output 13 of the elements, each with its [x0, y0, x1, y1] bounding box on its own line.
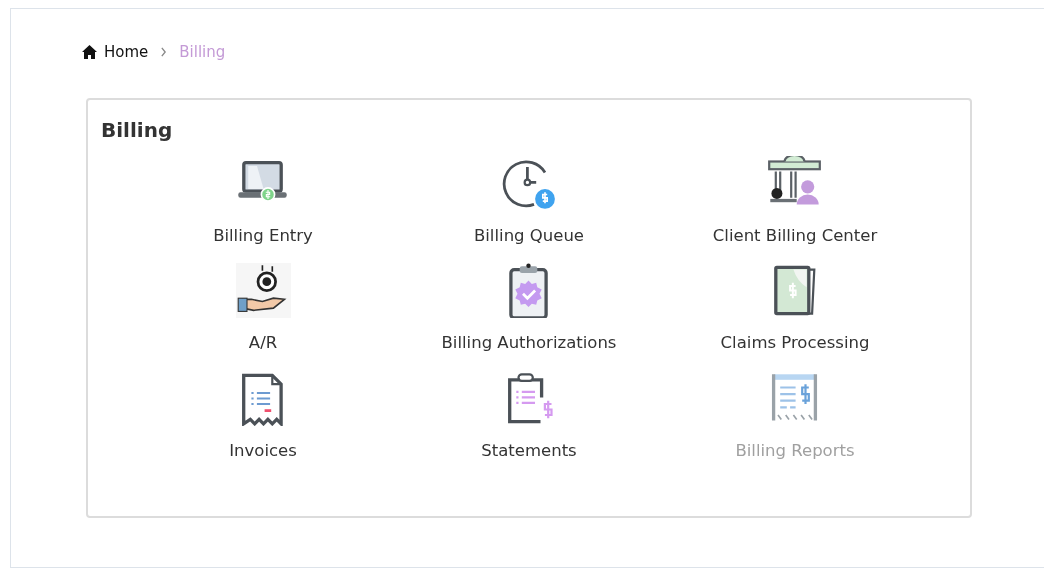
menu-tile[interactable]: Statements — [481, 370, 577, 462]
home-icon — [81, 44, 98, 61]
menu-tile[interactable]: A/R — [235, 263, 291, 354]
menu-tile[interactable]: Claims Processing — [720, 263, 870, 354]
menu-tile[interactable]: Invoices — [229, 370, 297, 462]
menu-tile[interactable]: Billing Authorizations — [441, 263, 617, 354]
hand-coin-icon — [235, 263, 291, 319]
panel-title: Billing — [101, 119, 174, 140]
home-link[interactable]: Home — [81, 41, 149, 64]
menu-tile[interactable]: Billing Queue — [473, 155, 584, 247]
menu-tile[interactable]: Billing Entry — [213, 155, 313, 247]
chevron-right-icon — [160, 47, 168, 58]
menu-tile[interactable]: Client Billing Center — [712, 155, 878, 247]
